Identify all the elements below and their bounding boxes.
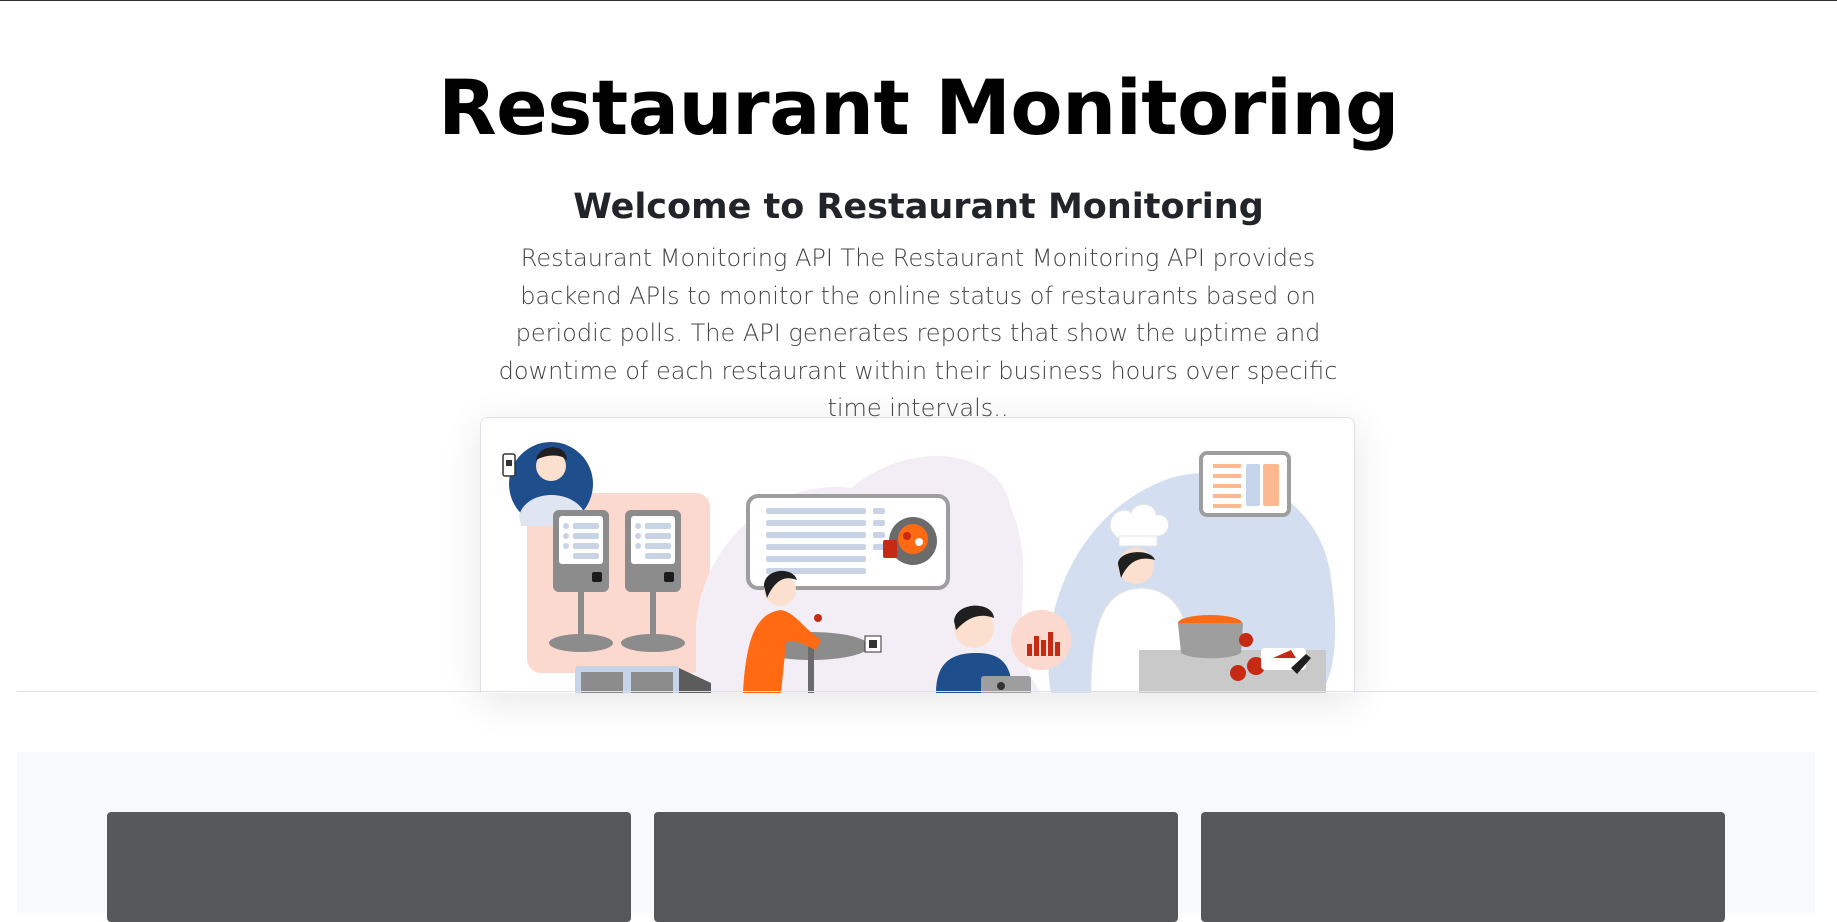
feature-card <box>107 812 631 922</box>
features-section <box>17 752 1815 922</box>
section-divider <box>17 691 1817 692</box>
welcome-heading: Welcome to Restaurant Monitoring <box>573 187 1264 227</box>
hero-section: Restaurant Monitoring Welcome to Restaur… <box>0 0 1837 693</box>
feature-card <box>1201 812 1725 922</box>
intro-paragraph: Restaurant Monitoring API The Restaurant… <box>498 244 1338 422</box>
restaurant-illustration-image <box>502 442 1336 693</box>
feature-card <box>654 812 1178 922</box>
page-title: Restaurant Monitoring <box>438 63 1399 152</box>
hero-illustration <box>480 417 1355 693</box>
